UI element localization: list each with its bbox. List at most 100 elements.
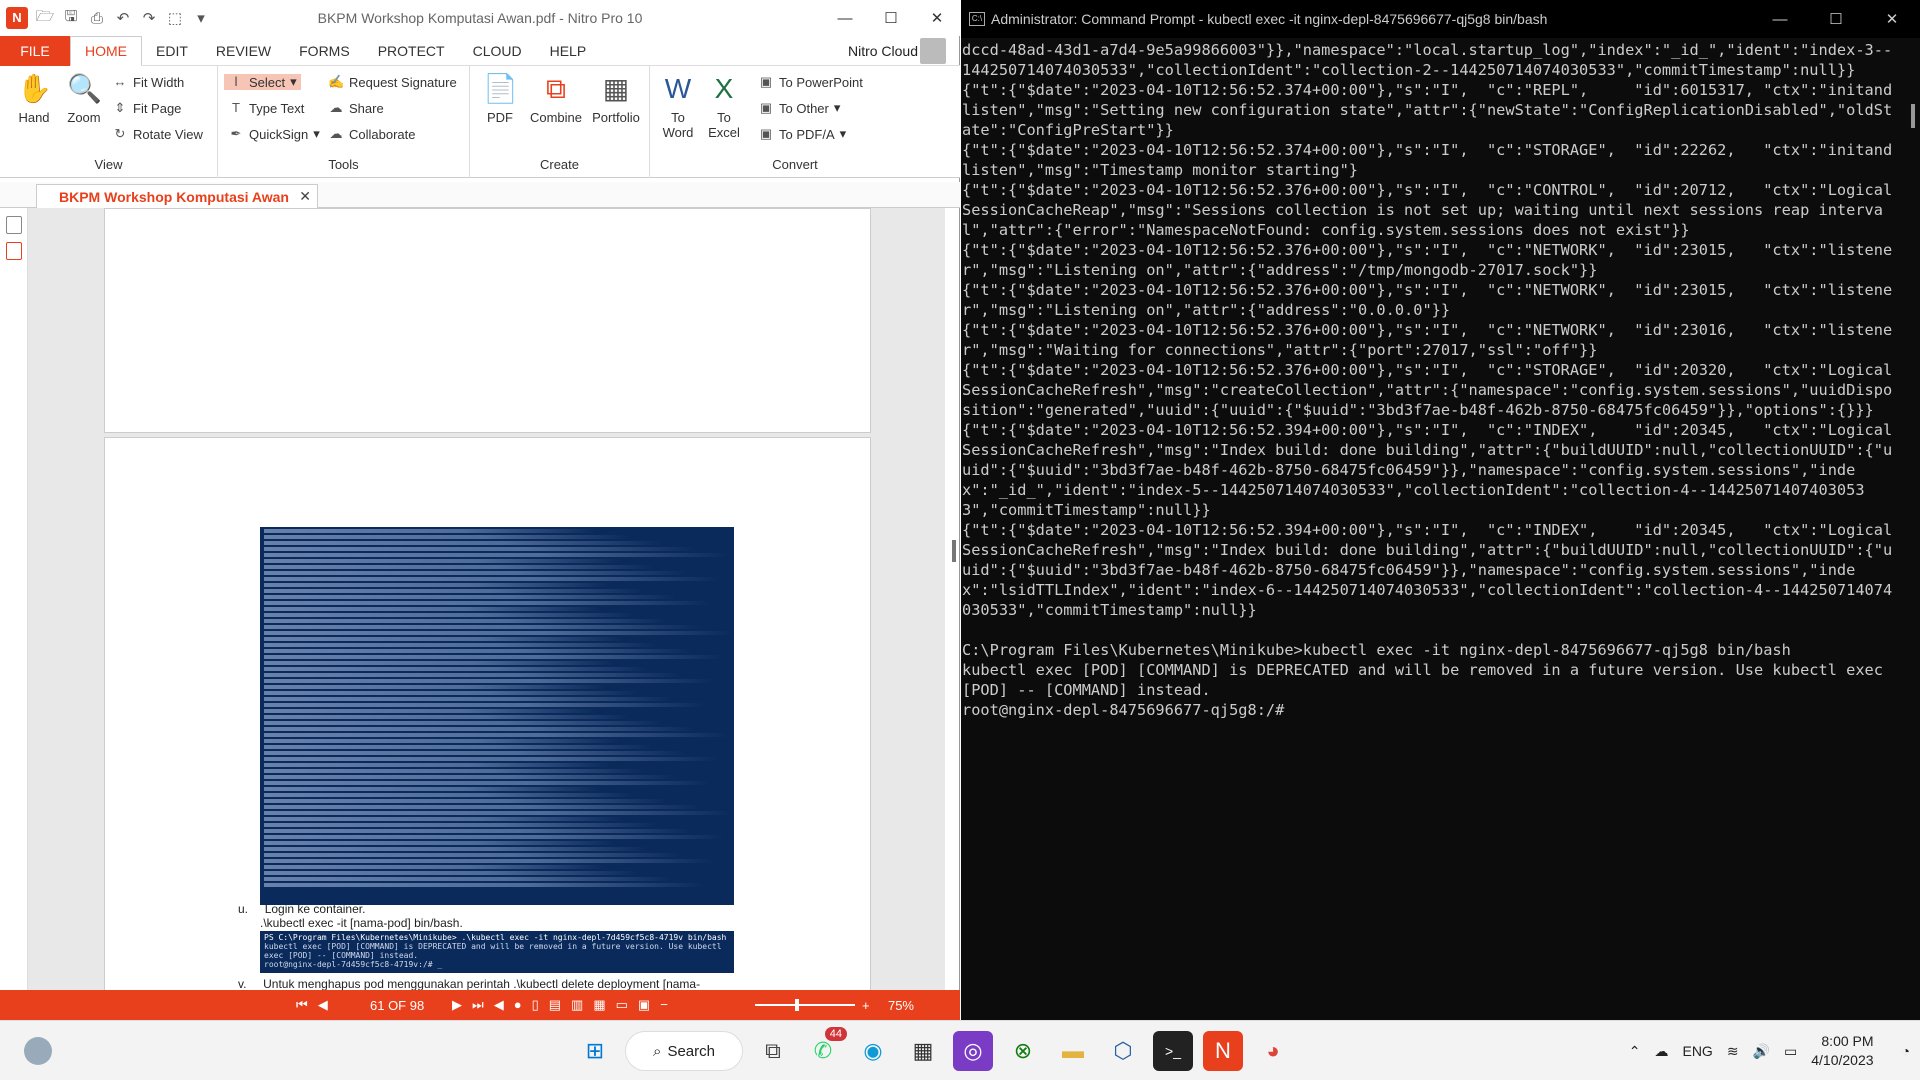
back-icon[interactable]: ◀	[494, 997, 504, 1013]
nitro-cloud-link[interactable]: Nitro Cloud	[848, 43, 918, 59]
request-signature-button[interactable]: ✍ Request Signature	[328, 74, 457, 90]
nitro-pdf-icon[interactable]: N	[1203, 1031, 1243, 1071]
file-explorer-icon[interactable]: ▬	[1053, 1031, 1093, 1071]
bookmarks-panel-icon[interactable]	[5, 242, 22, 260]
tab-edit[interactable]: EDIT	[142, 36, 202, 66]
quicksign-button[interactable]: ✒ QuickSign ▾	[228, 126, 320, 142]
rotate-view-button[interactable]: ↻ Rotate View	[112, 126, 203, 142]
battery-icon[interactable]: ▭	[1784, 1043, 1797, 1060]
cmd-close-button[interactable]: ✕	[1864, 0, 1920, 38]
zoom-slider-knob[interactable]	[795, 999, 799, 1011]
open-icon[interactable]: 🗁	[34, 6, 56, 31]
store-icon[interactable]: ▦	[903, 1031, 943, 1071]
vertical-scrollbar[interactable]	[952, 540, 956, 562]
start-icon[interactable]: ⊞	[575, 1031, 615, 1071]
tab-forms[interactable]: FORMS	[285, 36, 364, 66]
zoom-in-icon[interactable]: +	[862, 998, 870, 1013]
task-view-icon[interactable]: ⧉	[753, 1031, 793, 1071]
zoom-level[interactable]: 75%	[888, 998, 914, 1013]
collaborate-button[interactable]: ☁ Collaborate	[328, 126, 416, 142]
search-button[interactable]: ⌕ Search	[625, 1031, 743, 1071]
forward-icon[interactable]: ●	[514, 997, 522, 1013]
continuous-icon[interactable]: ▤	[549, 997, 561, 1013]
facing-continuous-icon[interactable]: ▦	[593, 997, 605, 1013]
customize-icon[interactable]: ▾	[190, 9, 212, 27]
nitro-titlebar: BKPM Workshop Komputasi Awan.pdf - Nitro…	[0, 0, 960, 36]
terminal-icon[interactable]: >_	[1153, 1031, 1193, 1071]
close-tab-icon[interactable]: ✕	[299, 188, 311, 205]
notification-icon[interactable]: ◔	[1902, 1043, 1910, 1059]
select-button[interactable]: Ⅰ Select ▾	[224, 74, 301, 90]
virtualbox-icon[interactable]: ⬡	[1103, 1031, 1143, 1071]
single-page-icon[interactable]: ▯	[532, 997, 539, 1013]
undo-icon[interactable]: ↶	[112, 9, 134, 27]
avatar[interactable]	[920, 38, 946, 64]
to-excel-button[interactable]: X To Excel	[704, 72, 744, 140]
type-text-button[interactable]: T Type Text	[228, 100, 304, 116]
to-pdfa-button[interactable]: ▣ To PDF/A ▾	[758, 126, 846, 142]
zoom-slider[interactable]	[755, 999, 855, 1011]
last-page-icon[interactable]: ⏭	[472, 997, 484, 1013]
clock-date: 4/10/2023	[1811, 1052, 1874, 1068]
print-icon[interactable]: ⎙	[86, 10, 108, 27]
hand-button[interactable]: ✋ Hand	[12, 72, 56, 125]
tab-cloud[interactable]: CLOUD	[459, 36, 536, 66]
share-button[interactable]: ☁ Share	[328, 100, 384, 116]
zoom-button[interactable]: 🔍 Zoom	[62, 72, 106, 125]
weather-widget-icon[interactable]	[24, 1037, 52, 1065]
zoom-out-icon[interactable]: −	[660, 997, 668, 1013]
screenshot-text-line	[264, 691, 639, 695]
to-other-button[interactable]: ▣ To Other ▾	[758, 100, 841, 116]
page-indicator[interactable]: 61 OF 98	[370, 998, 424, 1013]
fit-width-button[interactable]: ↔ Fit Width	[112, 74, 185, 90]
screenshot-text-line	[264, 601, 710, 605]
onedrive-icon[interactable]: ☁	[1654, 1043, 1668, 1060]
language-indicator[interactable]: ENG	[1682, 1043, 1712, 1059]
left-side-panel	[0, 182, 28, 990]
chrome-icon[interactable]: ◕	[1253, 1031, 1293, 1071]
combine-button[interactable]: ⧉ Combine	[526, 72, 586, 125]
to-word-button[interactable]: W To Word	[658, 72, 698, 140]
portfolio-button[interactable]: ▦ Portfolio	[588, 72, 644, 125]
fit-page-button[interactable]: ⇕ Fit Page	[112, 100, 182, 116]
ribbon-tabs: FILE HOME EDIT REVIEW FORMS PROTECT CLOU…	[0, 35, 960, 66]
select-tool-icon[interactable]: ⬚	[164, 9, 186, 27]
wifi-icon[interactable]: ≋	[1727, 1043, 1739, 1060]
zoom-icon: 🔍	[67, 73, 102, 104]
nitro-logo-icon[interactable]: N	[6, 7, 28, 29]
edge-icon[interactable]: ◉	[853, 1031, 893, 1071]
chevron-up-icon[interactable]: ⌃	[1629, 1043, 1641, 1060]
tab-protect[interactable]: PROTECT	[364, 36, 459, 66]
cmd-minimize-button[interactable]: —	[1752, 0, 1808, 38]
whatsapp-icon[interactable]: ✆ 44	[803, 1027, 847, 1071]
cmd-scrollbar[interactable]	[1911, 104, 1915, 128]
split-icon[interactable]: ▣	[638, 997, 650, 1013]
to-powerpoint-button[interactable]: ▣ To PowerPoint	[758, 74, 863, 90]
close-button[interactable]: ✕	[914, 0, 960, 36]
xbox-icon[interactable]: ⊗	[1003, 1031, 1043, 1071]
minimize-button[interactable]: —	[822, 0, 868, 36]
first-page-icon[interactable]: ⏮	[296, 997, 308, 1013]
tab-home[interactable]: HOME	[70, 35, 142, 66]
screenshot-text-line	[264, 673, 682, 677]
search-panel-icon[interactable]	[5, 216, 22, 234]
clock[interactable]: 8:00 PM 4/10/2023	[1811, 1032, 1873, 1070]
tab-help[interactable]: HELP	[536, 36, 601, 66]
facing-icon[interactable]: ▥	[571, 997, 583, 1013]
previous-page-icon[interactable]: ◀	[318, 997, 328, 1013]
terminal-output[interactable]: dccd-48ad-43d1-a7d4-9e5a99866003"}},"nam…	[961, 38, 1901, 1020]
tab-review[interactable]: REVIEW	[202, 36, 285, 66]
redo-icon[interactable]: ↷	[138, 9, 160, 27]
next-page-icon[interactable]: ▶	[452, 997, 462, 1013]
save-icon[interactable]: 🖫	[60, 6, 82, 31]
cmd-maximize-button[interactable]: ☐	[1808, 0, 1864, 38]
screenshot-text-line	[264, 715, 629, 719]
volume-icon[interactable]: 🔊	[1753, 1043, 1770, 1060]
fullscreen-icon[interactable]: ▭	[616, 997, 628, 1013]
document-tab[interactable]: BKPM Workshop Komputasi Awan ✕	[36, 184, 318, 208]
document-canvas[interactable]: u. Login ke container. .\kubectl exec -i…	[28, 208, 945, 990]
maximize-button[interactable]: ☐	[868, 0, 914, 36]
app-icon[interactable]: ◎	[953, 1031, 993, 1071]
tab-file[interactable]: FILE	[0, 35, 70, 66]
pdf-button[interactable]: 📄 PDF	[480, 72, 520, 125]
